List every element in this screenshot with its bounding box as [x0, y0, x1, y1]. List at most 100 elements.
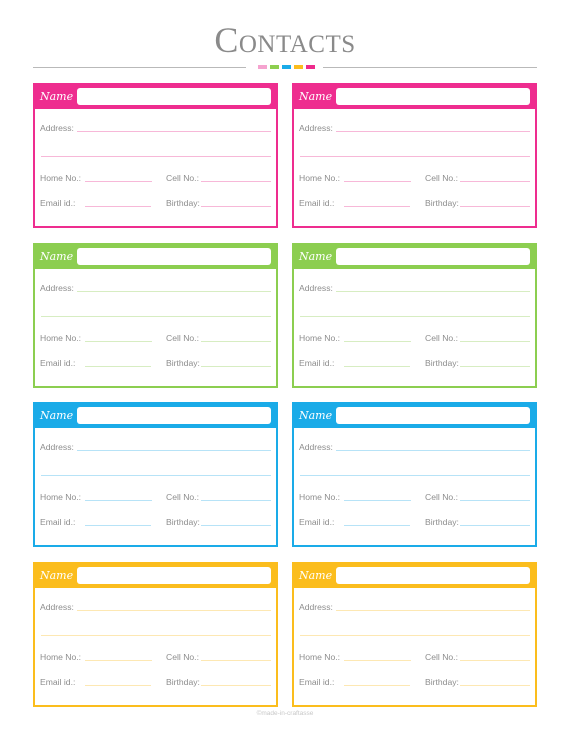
address-line-1[interactable]	[336, 450, 530, 451]
home-number-label: Home No.:	[40, 652, 82, 662]
cell-number-field[interactable]	[460, 660, 530, 661]
card-header: Name	[294, 85, 535, 109]
home-number-field[interactable]	[344, 181, 411, 182]
home-number-field[interactable]	[85, 341, 152, 342]
birthday-field[interactable]	[460, 525, 530, 526]
birthday-field[interactable]	[460, 206, 530, 207]
address-line-2[interactable]	[41, 316, 271, 317]
name-field[interactable]	[336, 407, 530, 424]
card-header: Name	[35, 245, 276, 269]
contact-card: Name Address: Home No.: Cell No.: Email …	[292, 243, 537, 388]
home-number-label: Home No.:	[299, 333, 341, 343]
home-number-label: Home No.:	[40, 173, 82, 183]
cell-number-field[interactable]	[201, 341, 271, 342]
home-number-field[interactable]	[85, 660, 152, 661]
birthday-field[interactable]	[201, 206, 271, 207]
cell-number-label: Cell No.:	[425, 492, 458, 502]
home-number-label: Home No.:	[299, 492, 341, 502]
address-label: Address:	[299, 283, 333, 293]
address-line-2[interactable]	[300, 156, 530, 157]
birthday-field[interactable]	[460, 366, 530, 367]
address-line-2[interactable]	[300, 635, 530, 636]
address-line-1[interactable]	[336, 131, 530, 132]
email-field[interactable]	[344, 525, 410, 526]
cell-number-field[interactable]	[460, 500, 530, 501]
divider-dot	[282, 65, 291, 69]
home-number-field[interactable]	[85, 181, 152, 182]
email-label: Email id.:	[299, 677, 335, 687]
name-label: Name	[299, 409, 333, 422]
address-label: Address:	[40, 123, 74, 133]
name-label: Name	[40, 90, 74, 103]
home-number-field[interactable]	[344, 500, 411, 501]
contact-card: Name Address: Home No.: Cell No.: Email …	[33, 83, 278, 228]
address-line-1[interactable]	[77, 291, 271, 292]
name-field[interactable]	[77, 248, 271, 265]
color-dots-divider	[258, 65, 315, 69]
home-number-field[interactable]	[344, 341, 411, 342]
name-field[interactable]	[336, 567, 530, 584]
name-label: Name	[40, 569, 74, 582]
cell-number-label: Cell No.:	[425, 652, 458, 662]
name-field[interactable]	[77, 567, 271, 584]
address-line-2[interactable]	[41, 475, 271, 476]
divider-dot	[306, 65, 315, 69]
card-header: Name	[35, 404, 276, 428]
cell-number-field[interactable]	[201, 500, 271, 501]
contact-card: Name Address: Home No.: Cell No.: Email …	[33, 243, 278, 388]
divider-dot	[270, 65, 279, 69]
email-label: Email id.:	[40, 517, 76, 527]
name-field[interactable]	[336, 88, 530, 105]
email-field[interactable]	[344, 206, 410, 207]
email-field[interactable]	[85, 525, 151, 526]
cell-number-label: Cell No.:	[166, 333, 199, 343]
cell-number-field[interactable]	[460, 181, 530, 182]
birthday-label: Birthday:	[425, 358, 459, 368]
address-line-2[interactable]	[41, 635, 271, 636]
email-field[interactable]	[344, 366, 410, 367]
cell-number-label: Cell No.:	[425, 333, 458, 343]
birthday-label: Birthday:	[166, 517, 200, 527]
email-label: Email id.:	[299, 358, 335, 368]
address-line-2[interactable]	[300, 316, 530, 317]
email-field[interactable]	[85, 366, 151, 367]
divider-dot	[258, 65, 267, 69]
cell-number-field[interactable]	[460, 341, 530, 342]
birthday-field[interactable]	[201, 685, 271, 686]
cell-number-field[interactable]	[201, 181, 271, 182]
birthday-label: Birthday:	[425, 677, 459, 687]
email-label: Email id.:	[40, 677, 76, 687]
address-line-1[interactable]	[77, 610, 271, 611]
cell-number-label: Cell No.:	[166, 492, 199, 502]
birthday-label: Birthday:	[166, 677, 200, 687]
address-line-1[interactable]	[77, 450, 271, 451]
email-field[interactable]	[85, 206, 151, 207]
birthday-field[interactable]	[201, 525, 271, 526]
contact-card: Name Address: Home No.: Cell No.: Email …	[33, 562, 278, 707]
birthday-label: Birthday:	[425, 517, 459, 527]
email-label: Email id.:	[299, 198, 335, 208]
card-header: Name	[294, 245, 535, 269]
address-line-2[interactable]	[300, 475, 530, 476]
name-field[interactable]	[336, 248, 530, 265]
home-number-field[interactable]	[344, 660, 411, 661]
contact-card: Name Address: Home No.: Cell No.: Email …	[292, 562, 537, 707]
page-title: Contacts	[214, 20, 356, 60]
address-line-2[interactable]	[41, 156, 271, 157]
address-line-1[interactable]	[336, 291, 530, 292]
email-label: Email id.:	[40, 358, 76, 368]
email-field[interactable]	[85, 685, 151, 686]
birthday-field[interactable]	[201, 366, 271, 367]
address-line-1[interactable]	[77, 131, 271, 132]
name-field[interactable]	[77, 407, 271, 424]
cell-number-field[interactable]	[201, 660, 271, 661]
birthday-label: Birthday:	[166, 358, 200, 368]
address-line-1[interactable]	[336, 610, 530, 611]
birthday-field[interactable]	[460, 685, 530, 686]
name-field[interactable]	[77, 88, 271, 105]
birthday-label: Birthday:	[166, 198, 200, 208]
address-label: Address:	[299, 602, 333, 612]
home-number-field[interactable]	[85, 500, 152, 501]
cell-number-label: Cell No.:	[166, 173, 199, 183]
email-field[interactable]	[344, 685, 410, 686]
